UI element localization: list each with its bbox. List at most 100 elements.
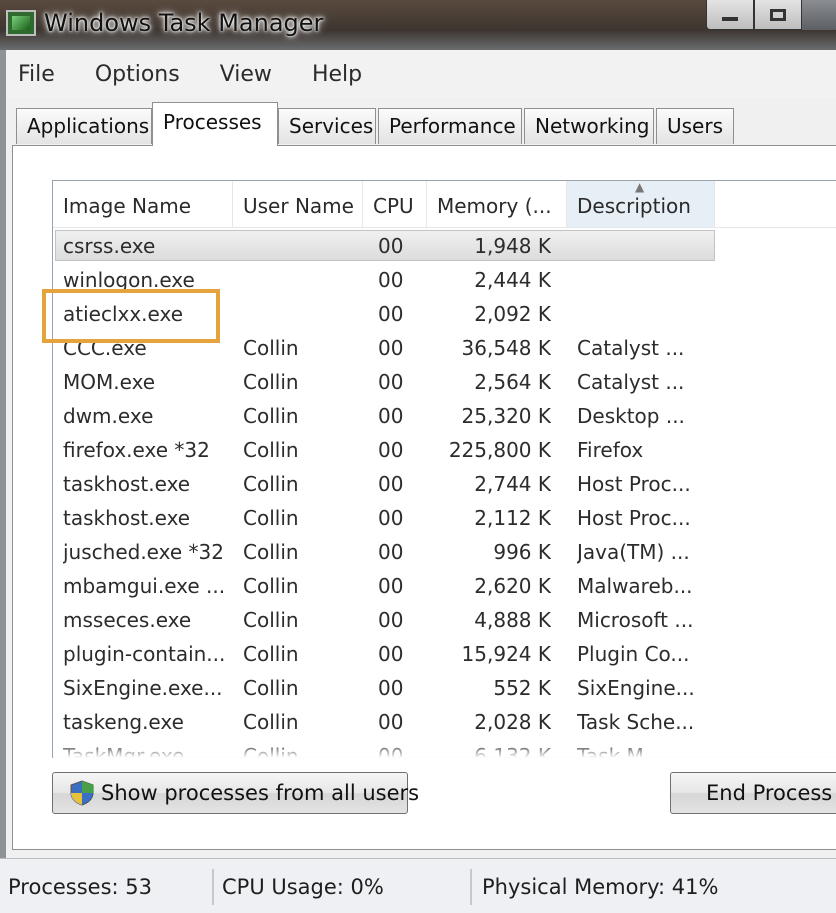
- process-memory: 2,564 K: [474, 370, 551, 394]
- process-description: [577, 297, 707, 331]
- process-description: SixEngine...: [577, 676, 695, 700]
- process-name: dwm.exe: [63, 404, 154, 428]
- process-name: jusched.exe *32: [63, 540, 224, 564]
- process-description: [577, 229, 707, 263]
- process-memory: 1,948 K: [474, 234, 551, 258]
- column-header-row: Image Name User Name CPU Memory (... Des…: [53, 181, 836, 228]
- process-name: mbamgui.exe ...: [63, 574, 226, 598]
- tab-performance[interactable]: Performance: [378, 108, 522, 144]
- tab-applications[interactable]: Applications: [16, 108, 152, 144]
- tab-networking[interactable]: Networking: [524, 108, 654, 144]
- process-memory: 2,112 K: [474, 506, 551, 530]
- show-all-users-label: Show processes from all users: [101, 781, 420, 805]
- end-process-button[interactable]: End Process: [670, 772, 836, 814]
- process-memory: 36,548 K: [461, 336, 551, 360]
- process-cpu: 00: [378, 472, 404, 496]
- process-user: Collin: [243, 336, 299, 360]
- process-user: Collin: [243, 574, 299, 598]
- task-manager-icon: [6, 10, 36, 36]
- process-name: taskeng.exe: [63, 710, 184, 734]
- process-memory: 25,320 K: [461, 404, 551, 428]
- process-description: Task Sche...: [577, 710, 695, 734]
- process-memory: 2,092 K: [474, 302, 551, 326]
- process-user: [243, 229, 353, 263]
- column-memory[interactable]: Memory (...: [427, 181, 567, 227]
- process-memory: 4,888 K: [474, 608, 551, 632]
- maximize-button[interactable]: [754, 0, 802, 30]
- process-cpu: 00: [378, 302, 404, 326]
- process-user: Collin: [243, 472, 299, 496]
- minimize-button[interactable]: [706, 0, 754, 30]
- process-user: Collin: [243, 370, 299, 394]
- process-cpu: 00: [378, 506, 404, 530]
- column-user-name[interactable]: User Name: [233, 181, 363, 227]
- tab-services[interactable]: Services: [278, 108, 376, 144]
- column-image-name[interactable]: Image Name: [53, 181, 233, 227]
- process-user: [243, 263, 353, 297]
- menu-file[interactable]: File: [18, 62, 55, 87]
- process-cpu: 00: [378, 574, 404, 598]
- show-all-users-button[interactable]: Show processes from all users: [52, 772, 419, 814]
- sort-ascending-icon: ▲: [635, 180, 645, 194]
- process-name: taskhost.exe: [63, 506, 191, 530]
- menu-options[interactable]: Options: [95, 62, 180, 87]
- minimize-icon: [722, 16, 738, 21]
- process-memory: 15,924 K: [461, 642, 551, 666]
- process-row[interactable]: plugin-contain... Collin 00 15,924 K Plugin …: [53, 637, 836, 671]
- process-cpu: 00: [378, 540, 404, 564]
- process-user: Collin: [243, 642, 299, 666]
- process-row[interactable]: MOM.exe Collin 00 2,564 K Catalyst ...: [53, 365, 836, 399]
- window-frame: [802, 0, 836, 30]
- process-memory: 2,620 K: [474, 574, 551, 598]
- process-description: Catalyst ...: [577, 336, 685, 360]
- tab-processes[interactable]: Processes: [152, 102, 278, 146]
- process-row[interactable]: SixEngine.exe... Collin 00 552 K SixEngine..…: [53, 671, 836, 705]
- process-memory: 552 K: [493, 676, 551, 700]
- tab-strip: Applications Processes Services Performa…: [0, 98, 836, 146]
- status-bar: Processes: 53 CPU Usage: 0% Physical Mem…: [0, 858, 836, 913]
- maximize-icon: [770, 8, 786, 21]
- process-row[interactable]: jusched.exe *32 Collin 00 996 K Java(TM) ...: [53, 535, 836, 569]
- process-cpu: 00: [378, 642, 404, 666]
- process-description: Host Proc...: [577, 506, 691, 530]
- process-list[interactable]: Image Name User Name CPU Memory (... Des…: [52, 180, 836, 758]
- process-row[interactable]: dwm.exe Collin 00 25,320 K Desktop ...: [53, 399, 836, 433]
- uac-shield-icon: [70, 780, 94, 806]
- process-name: MOM.exe: [63, 370, 156, 394]
- process-user: Collin: [243, 506, 299, 530]
- title-bar[interactable]: Windows Task Manager: [0, 0, 836, 50]
- list-fade: [53, 742, 836, 758]
- column-cpu[interactable]: CPU: [363, 181, 427, 227]
- process-user: Collin: [243, 710, 299, 734]
- process-cpu: 00: [378, 370, 404, 394]
- process-row[interactable]: csrss.exe 00 1,948 K: [53, 229, 836, 263]
- process-memory: 225,800 K: [448, 438, 551, 462]
- menu-view[interactable]: View: [220, 62, 272, 87]
- process-name: taskhost.exe: [63, 472, 191, 496]
- menu-bar: File Options View Help: [0, 50, 836, 98]
- process-user: Collin: [243, 438, 299, 462]
- process-user: [243, 297, 353, 331]
- process-row[interactable]: taskhost.exe Collin 00 2,744 K Host Proc...: [53, 467, 836, 501]
- process-cpu: 00: [378, 404, 404, 428]
- window-title: Windows Task Manager: [44, 9, 324, 37]
- process-memory: 2,744 K: [474, 472, 551, 496]
- process-row[interactable]: mbamgui.exe ... Collin 00 2,620 K Malwareb..…: [53, 569, 836, 603]
- process-row[interactable]: taskhost.exe Collin 00 2,112 K Host Proc...: [53, 501, 836, 535]
- process-description: Catalyst ...: [577, 370, 685, 394]
- process-row[interactable]: msseces.exe Collin 00 4,888 K Microsoft ...: [53, 603, 836, 637]
- process-description: Plugin Co...: [577, 642, 690, 666]
- process-cpu: 00: [378, 676, 404, 700]
- process-row[interactable]: taskeng.exe Collin 00 2,028 K Task Sche...: [53, 705, 836, 739]
- process-description: Desktop ...: [577, 404, 685, 428]
- menu-help[interactable]: Help: [312, 62, 362, 87]
- window-frame-left: [0, 50, 6, 858]
- process-name: plugin-contain...: [63, 642, 226, 666]
- process-cpu: 00: [378, 710, 404, 734]
- process-name: csrss.exe: [63, 234, 156, 258]
- tab-users[interactable]: Users: [656, 108, 734, 144]
- process-user: Collin: [243, 540, 299, 564]
- process-memory: 996 K: [493, 540, 551, 564]
- process-row[interactable]: firefox.exe *32 Collin 00 225,800 K Firefox: [53, 433, 836, 467]
- process-user: Collin: [243, 676, 299, 700]
